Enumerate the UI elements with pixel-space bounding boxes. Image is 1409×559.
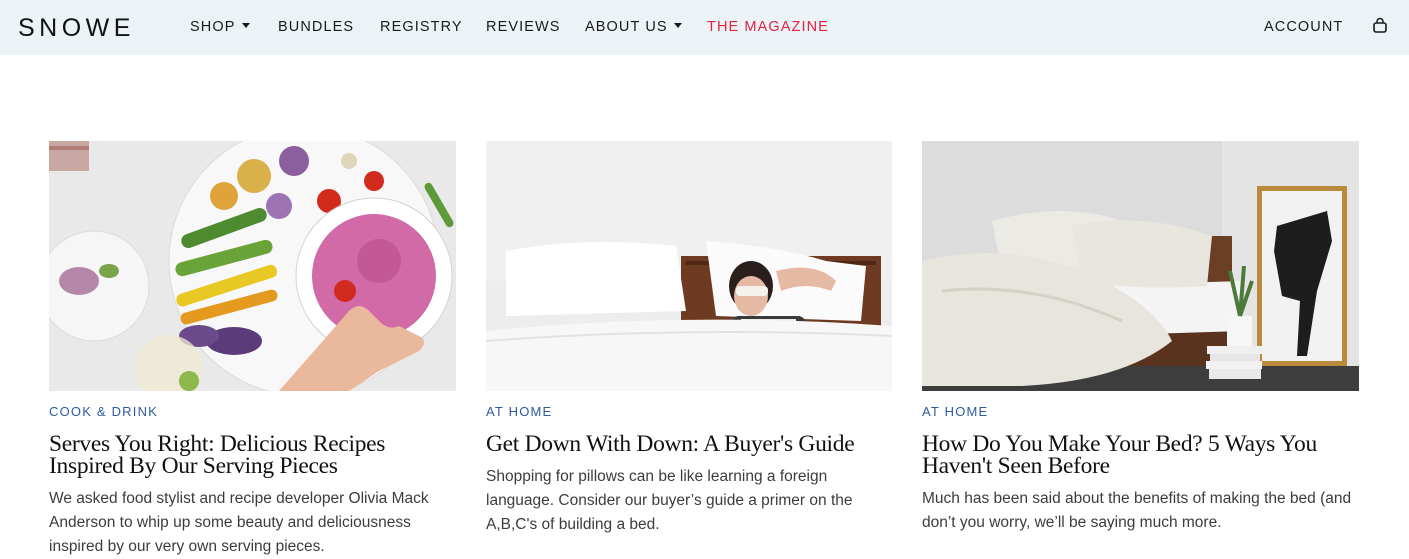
- nav-about-us-label: ABOUT US: [585, 19, 668, 35]
- article-image[interactable]: [922, 141, 1359, 391]
- article-title[interactable]: How Do You Make Your Bed? 5 Ways You Hav…: [922, 432, 1362, 478]
- nav-reviews-label: REVIEWS: [486, 19, 561, 35]
- caret-down-icon: [673, 23, 682, 28]
- nav-the-magazine[interactable]: THE MAGAZINE: [707, 18, 829, 36]
- article-excerpt: Shopping for pillows can be like learnin…: [486, 468, 853, 533]
- nav-shop[interactable]: SHOP: [190, 18, 250, 36]
- article-excerpt: Much has been said about the benefits of…: [922, 490, 1352, 531]
- nav-reviews[interactable]: REVIEWS: [486, 18, 561, 36]
- article-title[interactable]: Serves You Right: Delicious Recipes Insp…: [49, 432, 449, 478]
- platter-photo: [49, 141, 456, 391]
- article-card[interactable]: [49, 141, 456, 391]
- article-excerpt: We asked food stylist and recipe develop…: [49, 490, 429, 555]
- article-title[interactable]: Get Down With Down: A Buyer's Guide: [486, 432, 896, 456]
- nav-bundles-label: BUNDLES: [278, 19, 355, 35]
- article-category[interactable]: AT HOME: [486, 404, 552, 420]
- article-image[interactable]: [486, 141, 892, 391]
- nav-about-us[interactable]: ABOUT US: [585, 18, 682, 36]
- nav-registry[interactable]: REGISTRY: [380, 18, 463, 36]
- sleeping-woman-photo: [486, 141, 892, 391]
- nav-the-magazine-label: THE MAGAZINE: [707, 19, 829, 35]
- shopping-bag-icon[interactable]: [1372, 17, 1388, 35]
- nav-shop-label: SHOP: [190, 19, 236, 35]
- article-category[interactable]: COOK & DRINK: [49, 404, 158, 420]
- nav-bundles[interactable]: BUNDLES: [278, 18, 354, 36]
- article-image[interactable]: [49, 141, 456, 391]
- nav-registry-label: REGISTRY: [380, 19, 463, 35]
- site-header: SNOWE SHOP BUNDLES REGISTRY REVIEWS ABOU…: [0, 0, 1409, 55]
- bed-horse-art-photo: [922, 141, 1359, 391]
- account-link[interactable]: ACCOUNT: [1264, 18, 1343, 36]
- brand-logo[interactable]: SNOWE: [18, 13, 135, 43]
- caret-down-icon: [241, 23, 250, 28]
- article-card[interactable]: [486, 141, 892, 391]
- article-category[interactable]: AT HOME: [922, 404, 988, 420]
- article-card[interactable]: [922, 141, 1359, 391]
